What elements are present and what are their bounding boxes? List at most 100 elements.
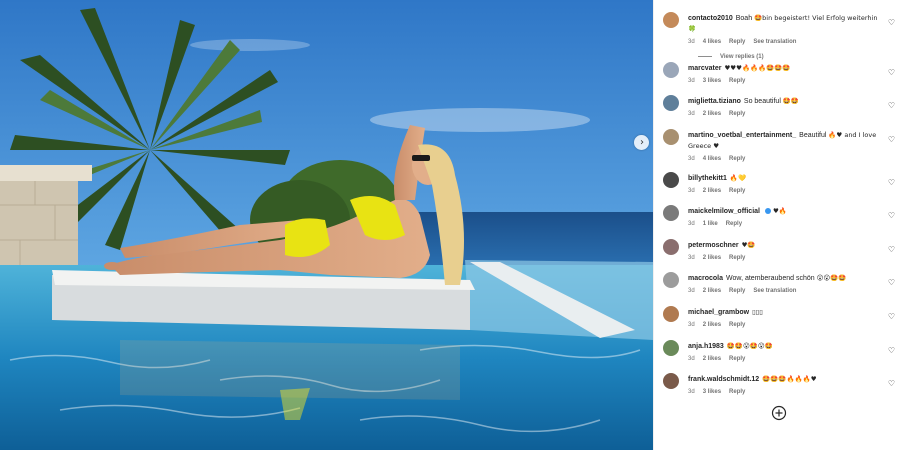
heart-outline-icon[interactable]: ♡ <box>888 346 895 355</box>
comment-time: 3d <box>688 156 695 162</box>
comment-time: 3d <box>688 39 695 45</box>
see-translation-button[interactable]: See translation <box>753 288 796 294</box>
avatar[interactable] <box>663 95 679 111</box>
comment-time: 3d <box>688 322 695 328</box>
heart-outline-icon[interactable]: ♡ <box>888 178 895 187</box>
comment-body: contacto2010 Boah 🤩bin begeistert! Viel E… <box>688 13 878 46</box>
reply-button[interactable]: Reply <box>729 111 745 117</box>
comment-meta: 3d 1 like Reply <box>688 220 878 228</box>
comment-likes-count[interactable]: 2 likes <box>703 111 721 117</box>
comment-time: 3d <box>688 111 695 117</box>
comment-time: 3d <box>688 389 695 395</box>
reply-button[interactable]: Reply <box>729 356 745 362</box>
view-replies-button[interactable]: View replies (1) <box>698 54 764 60</box>
comment-likes-count[interactable]: 2 likes <box>703 255 721 261</box>
comment-meta: 3d 2 likes Reply <box>688 355 878 363</box>
reply-button[interactable]: Reply <box>729 156 745 162</box>
comment-message: So beautiful <box>743 98 783 105</box>
comment-username[interactable]: anja.h1983 <box>688 343 724 350</box>
comment-username[interactable]: petermoschner <box>688 242 739 249</box>
comment-username[interactable]: macrocola <box>688 275 723 282</box>
reply-button[interactable]: Reply <box>729 39 745 45</box>
heart-outline-icon[interactable]: ♡ <box>888 211 895 220</box>
reply-button[interactable]: Reply <box>729 288 745 294</box>
avatar[interactable] <box>663 205 679 221</box>
comment-likes-count[interactable]: 2 likes <box>703 288 721 294</box>
verified-badge-icon <box>764 208 771 215</box>
comment-meta: 3d 2 likes Reply See translation <box>688 287 878 295</box>
comment-body: miglietta.tiziano So beautiful 🤩🤩 3d 2 like… <box>688 96 878 118</box>
heart-outline-icon[interactable]: ♡ <box>888 18 895 27</box>
comment-emoji: ▯▯▯ <box>752 308 763 316</box>
comment-body: martino_voetbal_entertainment_ Beautiful … <box>688 130 878 163</box>
avatar[interactable] <box>663 172 679 188</box>
heart-outline-icon[interactable]: ♡ <box>888 135 895 144</box>
avatar[interactable] <box>663 239 679 255</box>
comment-likes-count[interactable]: 3 likes <box>703 389 721 395</box>
comment-message: Boah <box>735 15 755 22</box>
comment-likes-count[interactable]: 2 likes <box>703 356 721 362</box>
comment-meta: 3d 2 likes Reply <box>688 110 878 118</box>
heart-outline-icon[interactable]: ♡ <box>888 278 895 287</box>
comment-time: 3d <box>688 221 695 227</box>
comment-username[interactable]: michael_grambow <box>688 309 749 316</box>
comment-likes-count[interactable]: 1 like <box>703 221 718 227</box>
post-image[interactable]: › <box>0 0 653 450</box>
comment-username[interactable]: frank.waldschmidt.12 <box>688 376 759 383</box>
comment-body: petermoschner ♥🤩 3d 2 likes Reply <box>688 240 878 262</box>
comment-likes-count[interactable]: 2 likes <box>703 322 721 328</box>
reply-button[interactable]: Reply <box>726 221 742 227</box>
comment-body: maickelmilow_official ♥🔥 3d 1 like Reply <box>688 206 878 228</box>
comment-text: maickelmilow_official ♥🔥 <box>688 206 878 217</box>
reply-button[interactable]: Reply <box>729 389 745 395</box>
comment-username[interactable]: miglietta.tiziano <box>688 98 741 105</box>
comment-body: anja.h1983 🤩🤩😮🤩😮🤩 3d 2 likes Reply <box>688 341 878 363</box>
comment-username[interactable]: contacto2010 <box>688 15 733 22</box>
avatar[interactable] <box>663 306 679 322</box>
comment-text: billythekitt1 🔥💛 <box>688 173 878 184</box>
heart-outline-icon[interactable]: ♡ <box>888 379 895 388</box>
comment-text: frank.waldschmidt.12 🤩🤩🤩🔥🔥🔥♥ <box>688 374 878 385</box>
comment-username[interactable]: billythekitt1 <box>688 175 727 182</box>
comment-likes-count[interactable]: 4 likes <box>703 156 721 162</box>
comment-username[interactable]: maickelmilow_official <box>688 208 760 215</box>
comment-emoji: ♥♥♥🔥🔥🔥🤩🤩🤩 <box>724 64 791 72</box>
comment-meta: 3d 2 likes Reply <box>688 187 878 195</box>
comment-likes-count[interactable]: 3 likes <box>703 78 721 84</box>
heart-outline-icon[interactable]: ♡ <box>888 245 895 254</box>
comment-emoji: ♥🔥 <box>772 207 787 215</box>
avatar[interactable] <box>663 272 679 288</box>
reply-button[interactable]: Reply <box>729 322 745 328</box>
comment-time: 3d <box>688 255 695 261</box>
comment-text: anja.h1983 🤩🤩😮🤩😮🤩 <box>688 341 878 352</box>
comment-likes-count[interactable]: 2 likes <box>703 188 721 194</box>
comment-body: frank.waldschmidt.12 🤩🤩🤩🔥🔥🔥♥ 3d 3 likes Repl… <box>688 374 878 396</box>
comment-meta: 3d 4 likes Reply <box>688 155 878 163</box>
comment-meta: 3d 2 likes Reply <box>688 254 878 262</box>
see-translation-button[interactable]: See translation <box>753 39 796 45</box>
avatar[interactable] <box>663 340 679 356</box>
reply-button[interactable]: Reply <box>729 78 745 84</box>
reply-button[interactable]: Reply <box>729 188 745 194</box>
comment-time: 3d <box>688 288 695 294</box>
heart-outline-icon[interactable]: ♡ <box>888 101 895 110</box>
avatar[interactable] <box>663 373 679 389</box>
heart-outline-icon[interactable]: ♡ <box>888 68 895 77</box>
comment-likes-count[interactable]: 4 likes <box>703 39 721 45</box>
reply-button[interactable]: Reply <box>729 255 745 261</box>
comment-text: miglietta.tiziano So beautiful 🤩🤩 <box>688 96 878 107</box>
avatar[interactable] <box>663 12 679 28</box>
avatar[interactable] <box>663 129 679 145</box>
plus-circle-icon[interactable] <box>771 405 787 421</box>
next-image-button[interactable]: › <box>634 135 649 150</box>
comment-meta: 3d 2 likes Reply <box>688 321 878 329</box>
avatar[interactable] <box>663 62 679 78</box>
comment-meta: 3d 3 likes Reply <box>688 388 878 396</box>
comment-username[interactable]: martino_voetbal_entertainment_ <box>688 132 796 139</box>
comments-panel: contacto2010 Boah 🤩bin begeistert! Viel E… <box>653 0 900 450</box>
comment-text: macrocola Wow, atemberaubend schön 😮😮🤩🤩 <box>688 273 878 284</box>
chevron-right-icon: › <box>640 136 644 148</box>
view-replies-label: View replies (1) <box>720 54 764 60</box>
comment-username[interactable]: marcvater <box>688 65 721 72</box>
heart-outline-icon[interactable]: ♡ <box>888 312 895 321</box>
